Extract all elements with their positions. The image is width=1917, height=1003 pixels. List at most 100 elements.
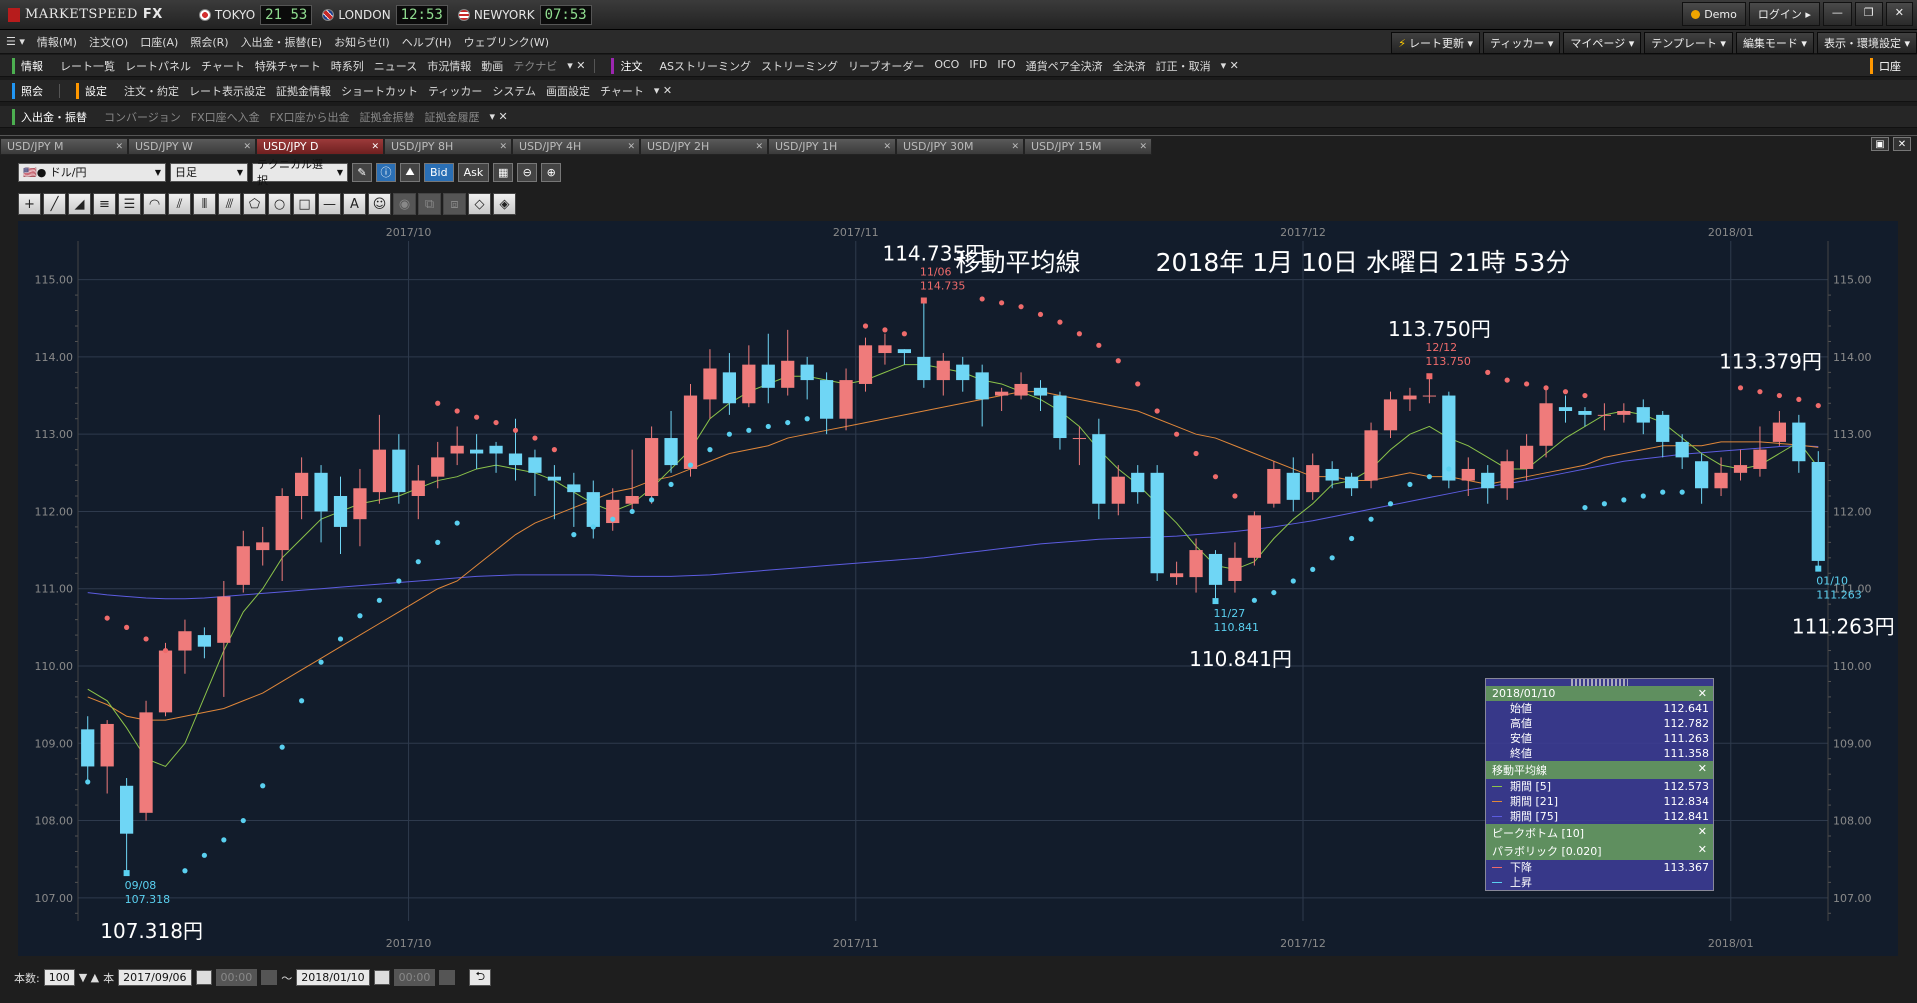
close-icon[interactable]: ✕ [1698,762,1707,778]
toolbar-settings-item-0[interactable]: 注文・約定 [119,83,184,99]
maximize-icon[interactable]: ▣ [1871,137,1889,151]
tab-close-icon[interactable]: ✕ [627,142,635,152]
menu-right-button-4[interactable]: 編集モード ▾ [1735,32,1814,54]
toolbar-info-item-7[interactable]: 動画 [476,58,508,74]
fibonacci-icon[interactable]: ☰ [118,193,141,215]
toolbar-settings-item-2[interactable]: 証拠金情報 [271,83,336,99]
toolbar-order-item-2[interactable]: リーブオーダー [843,58,929,74]
demo-button[interactable]: Demo [1682,2,1746,26]
chart-type-icon[interactable]: ⛰ [400,162,420,182]
close-icon[interactable]: ✕ [1698,687,1707,700]
toolbar-settings-item-3[interactable]: ショートカット [336,83,423,99]
toolbar-dropdown-icon[interactable]: ▾ ✕ [562,59,590,72]
toolbar-info-item-1[interactable]: レートパネル [120,58,196,74]
toolbar-info-item-2[interactable]: チャート [196,58,250,74]
toolbar-dropdown-icon[interactable]: ▾ ✕ [649,84,677,97]
info-panel[interactable]: 2018/01/10 ✕ 始値 112.641 高値 112.782 安値 111.263 終… [1485,678,1714,891]
candle-display-icon[interactable]: ▦ [493,162,514,182]
tab-close-icon[interactable]: ✕ [499,142,507,152]
toolbar-settings-item-4[interactable]: ティッカー [423,83,487,99]
menu-item-5[interactable]: お知らせ(I) [328,34,396,50]
menu-item-3[interactable]: 照会(R) [184,34,234,50]
toolbar-settings-item-1[interactable]: レート表示設定 [184,83,271,99]
close-icon[interactable]: ✕ [1893,137,1911,151]
toolbar-account-button[interactable]: 口座 [1870,57,1907,74]
eraser-icon[interactable]: ◢ [68,193,91,215]
chart-tab-4[interactable]: USD/JPY 4H ✕ [512,138,640,155]
toolbar-info-item-4[interactable]: 時系列 [326,58,369,74]
to-date-input[interactable]: 2018/01/10 [296,969,370,986]
count-stepper[interactable]: ▼ ▲ [79,971,99,984]
bid-button[interactable]: Bid [424,162,454,182]
chart-tab-5[interactable]: USD/JPY 2H ✕ [640,138,768,155]
minimize-icon[interactable]: — [1822,2,1852,26]
from-date-input[interactable]: 2017/09/06 [118,969,192,986]
toolbar-transfer-item-0[interactable]: コンバージョン [99,109,186,125]
tab-close-icon[interactable]: ✕ [115,142,123,152]
chart-tab-1[interactable]: USD/JPY W ✕ [128,138,256,155]
login-button[interactable]: ログイン ▸ [1748,2,1820,26]
technical-select[interactable]: テクニカル選択 [252,158,348,187]
toolbar-dropdown-icon[interactable]: ▾ ✕ [1216,59,1244,72]
toolbar-info-item-0[interactable]: レート一覧 [55,58,120,74]
toolbar-info-item-3[interactable]: 特殊チャート [250,58,326,74]
ask-button[interactable]: Ask [457,162,490,182]
vertical-lines-icon[interactable]: ⦀ [193,193,216,215]
toolbar-transfer-item-4[interactable]: 証拠金履歴 [420,109,485,125]
toolbar-order-item-6[interactable]: 通貨ペア全決済 [1021,58,1108,74]
menu-item-4[interactable]: 入出金・振替(E) [235,34,329,50]
toolbar-settings-item-7[interactable]: チャート [595,83,649,99]
toolbar-order-item-5[interactable]: IFO [992,58,1020,74]
horizontal-line-icon[interactable]: — [318,193,341,215]
horizontal-lines-icon[interactable]: ≡ [93,193,116,215]
chart-tab-0[interactable]: USD/JPY M ✕ [0,138,128,155]
menu-right-button-5[interactable]: 表示・環境設定 ▾ [1816,32,1917,54]
tab-close-icon[interactable]: ✕ [883,142,891,152]
toolbar-info-item-6[interactable]: 市況情報 [422,58,476,74]
pentagon-icon[interactable]: ⬠ [243,193,266,215]
toolbar-info-item-8[interactable]: テクナビ [508,58,562,74]
panel-grip[interactable] [1571,679,1628,686]
chart-tab-6[interactable]: USD/JPY 1H ✕ [768,138,896,155]
menu-right-button-0[interactable]: レート更新 ▾ [1391,32,1481,54]
tab-close-icon[interactable]: ✕ [1139,142,1147,152]
close-icon[interactable]: ✕ [1698,843,1707,859]
tab-close-icon[interactable]: ✕ [1011,142,1019,152]
hamburger-menu-icon[interactable]: ☰ ▾ [0,35,31,48]
zoom-in-icon[interactable]: ⊕ [541,162,562,182]
calendar-icon[interactable] [195,970,212,985]
tab-close-icon[interactable]: ✕ [371,142,379,152]
chart-tab-8[interactable]: USD/JPY 15M ✕ [1024,138,1152,155]
chart-tab-3[interactable]: USD/JPY 8H ✕ [384,138,512,155]
menu-item-1[interactable]: 注文(O) [83,34,134,50]
fan-icon[interactable]: ⫽ [168,193,191,215]
toolbar-transfer-item-3[interactable]: 証拠金振替 [355,109,420,125]
info-icon[interactable]: ⓘ [376,162,396,182]
chart-tab-7[interactable]: USD/JPY 30M ✕ [896,138,1024,155]
toolbar-order-item-8[interactable]: 訂正・取消 [1151,58,1216,74]
toolbar-order-item-1[interactable]: ストリーミング [756,58,843,74]
toolbar-info-item-5[interactable]: ニュース [369,58,422,74]
toolbar-order-item-0[interactable]: ASストリーミング [654,58,756,74]
toolbar-settings-item-6[interactable]: 画面設定 [541,83,595,99]
text-icon[interactable]: A [343,193,366,215]
toolbar-transfer-item-1[interactable]: FX口座へ入金 [186,109,265,125]
toolbar-order-item-7[interactable]: 全決済 [1108,58,1151,74]
close-icon[interactable]: ✕ [1698,825,1707,841]
menu-item-7[interactable]: ウェブリンク(W) [458,34,555,50]
menu-right-button-2[interactable]: マイページ ▾ [1563,32,1642,54]
delete-all-icon[interactable]: ◈ [493,193,516,215]
calendar-icon[interactable] [373,970,390,985]
rectangle-icon[interactable]: □ [293,193,316,215]
menu-item-6[interactable]: ヘルプ(H) [396,34,458,50]
toolbar-order-item-4[interactable]: IFD [964,58,992,74]
toolbar-order-item-3[interactable]: OCO [929,58,964,74]
stamp-icon[interactable]: ☺ [368,193,391,215]
toolbar-dropdown-icon[interactable]: ▾ ✕ [485,110,513,123]
zoom-out-icon[interactable]: ⊖ [517,162,538,182]
toolbar-category-inquiry[interactable]: 照会 [12,82,49,99]
crosshair-icon[interactable]: + [18,193,41,215]
arc-icon[interactable]: ◠ [143,193,166,215]
menu-right-button-3[interactable]: テンプレート ▾ [1644,32,1733,54]
pen-icon[interactable]: ✎ [352,162,372,182]
